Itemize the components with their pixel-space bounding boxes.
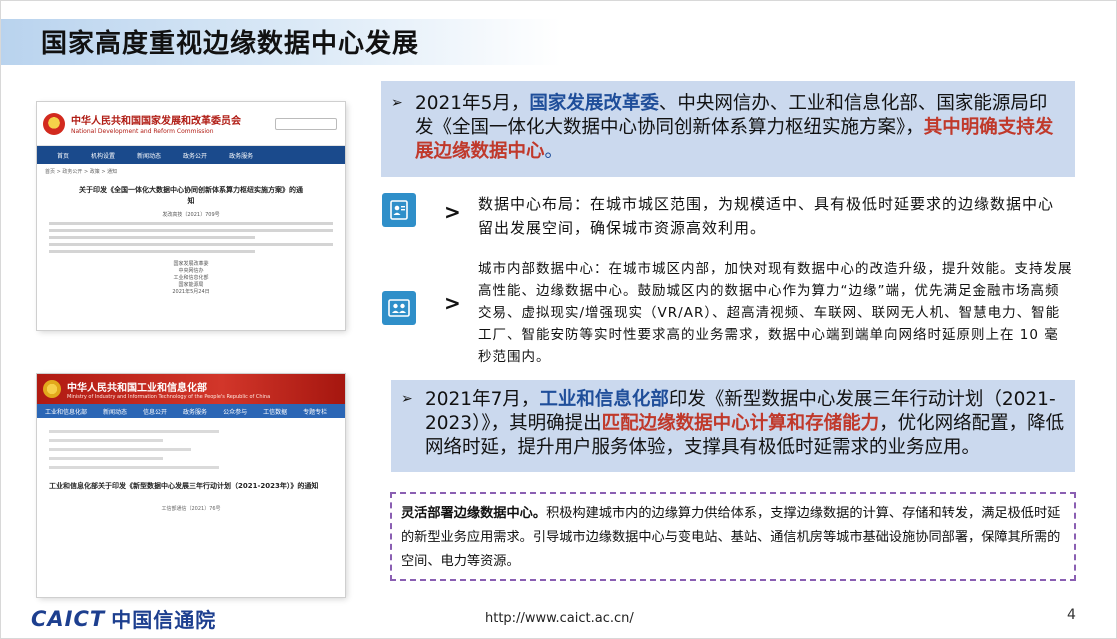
ndrc-nav-item: 新闻动态: [137, 152, 162, 160]
miit-policy-box: ➢ 2021年7月，工业和信息化部印发《新型数据中心发展三年行动计划（2021-…: [391, 380, 1075, 472]
text-placeholder-line: [49, 222, 333, 225]
ndrc-nav-item: 政务公开: [183, 152, 208, 160]
ndrc-nav-item: 政务服务: [229, 152, 254, 160]
ndrc-policy-box: ➢ 2021年5月，国家发展改革委、中央网信办、工业和信息化部、国家能源局印发《…: [381, 81, 1075, 177]
miit-notice-screenshot: 中华人民共和国工业和信息化部 Ministry of Industry and …: [37, 374, 345, 597]
text-placeholder-line: [49, 457, 163, 460]
miit-policy-text: 2021年7月，工业和信息化部印发《新型数据中心发展三年行动计划（2021-20…: [425, 389, 1065, 458]
highlight-ndrc: 国家发展改革委: [529, 93, 659, 114]
slide: 国家高度重视边缘数据中心发展 中华人民共和国国家发展和改革委员会 Nationa…: [0, 0, 1117, 639]
ndrc-nav-item: 首页: [57, 152, 70, 160]
people-icon: [382, 291, 416, 325]
miit-body: 工业和信息化部关于印发《新型数据中心发展三年行动计划（2021-2023年）》的…: [37, 418, 345, 518]
text-placeholder-line: [49, 430, 220, 433]
chevron-right-icon: >: [444, 200, 461, 224]
ndrc-notice-screenshot: 中华人民共和国国家发展和改革委员会 National Development a…: [37, 102, 345, 330]
miit-name-en: Ministry of Industry and Information Tec…: [67, 393, 271, 400]
text-placeholder-line: [49, 250, 255, 253]
urban-dc-text: 城市内部数据中心：在城市城区内部，加快对现有数据中心的改造升级，提升效能。支持发…: [478, 261, 1073, 365]
arrow-bullet-icon: ➢: [401, 391, 413, 407]
miit-doc-title: 工业和信息化部关于印发《新型数据中心发展三年行动计划（2021-2023年）》的…: [49, 482, 319, 490]
ndrc-doc-number: 发改高技〔2021〕709号: [162, 212, 220, 218]
flexible-deployment-box: 灵活部署边缘数据中心。积极构建城市内的边缘算力供给体系，支撑边缘数据的计算、存储…: [390, 492, 1076, 581]
text-placeholder-line: [49, 229, 333, 232]
national-emblem-icon: [43, 112, 65, 135]
flexible-deployment-lead: 灵活部署边缘数据中心。: [401, 506, 547, 521]
miit-nav-item: 新闻动态: [103, 408, 128, 416]
ndrc-name-cn: 中华人民共和国国家发展和改革委员会: [71, 116, 241, 127]
ndrc-nav: 首页 机构设置 新闻动态 政务公开 政务服务: [37, 146, 345, 164]
arrow-bullet-icon: ➢: [391, 95, 403, 111]
text-placeholder-line: [49, 439, 163, 442]
text-placeholder-line: [49, 448, 191, 451]
ndrc-breadcrumb: 首页 > 政务公开 > 政策 > 通知: [45, 169, 118, 175]
text-placeholder-line: [49, 236, 255, 239]
text-placeholder-line: [49, 466, 220, 469]
ndrc-policy-text: 2021年5月，国家发展改革委、中央网信办、工业和信息化部、国家能源局印发《全国…: [415, 93, 1054, 162]
page-title: 国家高度重视边缘数据中心发展: [41, 29, 420, 59]
flexible-deployment-text: 灵活部署边缘数据中心。积极构建城市内的边缘算力供给体系，支撑边缘数据的计算、存储…: [401, 506, 1061, 569]
miit-nav-item: 政务服务: [183, 408, 208, 416]
footer-url: http://www.caict.ac.cn/: [485, 611, 634, 626]
miit-nav: 工业和信息化部 新闻动态 信息公开 政务服务 公众参与 工信数据 专题专栏: [37, 404, 345, 418]
ndrc-search-input: [275, 117, 337, 130]
ndrc-name-en: National Development and Reform Commissi…: [71, 128, 214, 135]
ndrc-signers: 国家发展改革委 中央网信办 工业和信息化部 国家能源局 2021年5月24日: [172, 261, 210, 295]
miit-header: 中华人民共和国工业和信息化部 Ministry of Industry and …: [37, 374, 345, 404]
miit-nav-item: 信息公开: [143, 408, 168, 416]
miit-doc-number: 工信部通信〔2021〕76号: [161, 506, 221, 512]
miit-nav-item: 专题专栏: [303, 408, 328, 416]
dc-layout-text: 数据中心布局：在城市城区范围，为规模适中、具有极低时延要求的边缘数据中心留出发展…: [478, 195, 1055, 237]
caict-logo: CAICT 中国信通院: [31, 606, 217, 633]
highlight-miit: 工业和信息化部: [539, 389, 669, 410]
miit-name-cn: 中华人民共和国工业和信息化部: [67, 382, 207, 394]
miit-nav-item: 工信数据: [263, 408, 288, 416]
highlight-edge-capacity: 匹配边缘数据中心计算和存储能力: [601, 413, 880, 434]
page-number: 4: [1067, 607, 1076, 623]
ndrc-nav-item: 机构设置: [91, 152, 116, 160]
id-card-icon: [382, 193, 416, 227]
ndrc-doc-title: 关于印发《全国一体化大数据中心协同创新体系算力枢纽实施方案》的通知: [79, 186, 303, 205]
miit-nav-item: 工业和信息化部: [45, 408, 88, 416]
ndrc-header: 中华人民共和国国家发展和改革委员会 National Development a…: [37, 102, 345, 146]
text-placeholder-line: [49, 243, 333, 246]
miit-nav-item: 公众参与: [223, 408, 248, 416]
national-emblem-icon: [43, 380, 61, 398]
chevron-right-icon: >: [444, 291, 461, 315]
